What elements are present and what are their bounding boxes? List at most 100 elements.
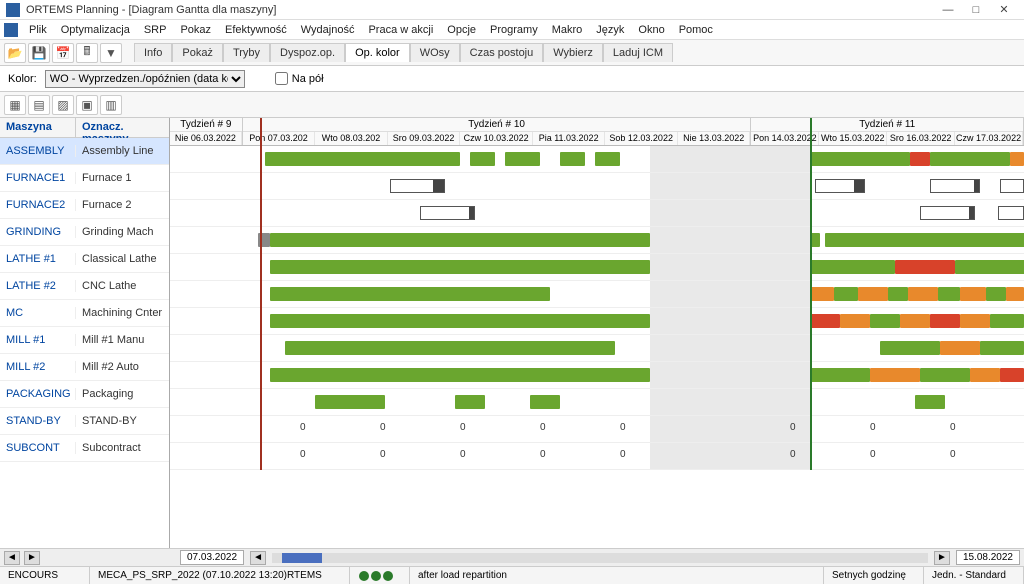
gantt-bar[interactable] [530,395,560,409]
gantt-bar[interactable] [888,287,908,301]
napol-checkbox[interactable] [275,72,288,85]
menu-język[interactable]: Język [589,22,631,38]
gantt-bar[interactable] [955,260,1024,274]
menu-srp[interactable]: SRP [137,22,174,38]
kolor-select[interactable]: WO - Wyprzedzen./opóźnien (data końc.por… [45,70,245,88]
gantt-row[interactable] [170,227,1024,254]
gantt-row[interactable] [170,281,1024,308]
gantt-bar[interactable] [1000,368,1024,382]
gantt-row[interactable] [170,254,1024,281]
gantt-row[interactable] [170,308,1024,335]
work-box[interactable] [998,206,1024,220]
gantt-bar[interactable] [915,395,945,409]
gantt-bar[interactable] [315,395,385,409]
gantt-row[interactable] [170,389,1024,416]
gantt-bar[interactable] [930,314,960,328]
work-box[interactable] [815,179,865,193]
gantt-bar[interactable] [505,152,540,166]
tab-3[interactable]: Dyspoz.op. [270,43,345,62]
tab-2[interactable]: Tryby [223,43,270,62]
gantt-bar[interactable] [270,314,650,328]
scroll-left2-icon[interactable]: ◄ [250,551,266,565]
gantt-bar[interactable] [810,287,834,301]
tab-0[interactable]: Info [134,43,172,62]
gantt-bar[interactable] [840,314,870,328]
gantt-row[interactable] [170,173,1024,200]
gantt-bar[interactable] [920,368,970,382]
gantt-bar[interactable] [990,314,1024,328]
tab-8[interactable]: Laduj ICM [603,43,673,62]
machine-row[interactable]: MILL #1Mill #1 Manu [0,327,169,354]
scroll-left-icon[interactable]: ◄ [4,551,20,565]
gantt-bar[interactable] [960,314,990,328]
tab-1[interactable]: Pokaż [172,43,223,62]
gantt-bar[interactable] [858,287,888,301]
minimize-button[interactable]: — [934,4,962,16]
gantt-bar[interactable] [455,395,485,409]
gantt-bar[interactable] [270,233,650,247]
col-oznacz[interactable]: Oznacz. maszyny [76,118,169,137]
gantt-bar[interactable] [810,314,840,328]
menu-pokaz[interactable]: Pokaz [173,22,218,38]
menu-optymalizacja[interactable]: Optymalizacja [54,22,137,38]
machine-row[interactable]: PACKAGINGPackaging [0,381,169,408]
gantt-row[interactable] [170,335,1024,362]
machine-row[interactable]: ASSEMBLYAssembly Line [0,138,169,165]
gantt-bar[interactable] [560,152,585,166]
menu-okno[interactable]: Okno [631,22,671,38]
gantt-row[interactable] [170,200,1024,227]
gantt-bar[interactable] [940,341,980,355]
gantt-bar[interactable] [938,287,960,301]
gantt-row[interactable] [170,362,1024,389]
gantt-bar[interactable] [1010,152,1024,166]
save-icon[interactable]: 💾 [28,43,50,63]
scroll-track[interactable] [272,553,928,563]
gantt-area[interactable]: 0000000000000000 [170,146,1024,470]
view4-icon[interactable]: ▣ [76,95,98,115]
machine-row[interactable]: FURNACE2Furnace 2 [0,192,169,219]
open-icon[interactable]: 📂 [4,43,26,63]
maximize-button[interactable]: □ [962,4,990,16]
machine-row[interactable]: LATHE #1Classical Lathe [0,246,169,273]
menu-wydajność[interactable]: Wydajność [294,22,362,38]
gantt-bar[interactable] [970,368,1000,382]
gantt-bar[interactable] [270,260,650,274]
gantt-bar[interactable] [870,368,920,382]
scroll-thumb[interactable] [282,553,322,563]
gantt-bar[interactable] [960,287,986,301]
machine-row[interactable]: STAND-BYSTAND-BY [0,408,169,435]
scroll-right2-icon[interactable]: ► [934,551,950,565]
gantt-bar[interactable] [880,341,940,355]
menu-efektywność[interactable]: Efektywność [218,22,294,38]
tab-5[interactable]: WOsy [410,43,460,62]
tab-7[interactable]: Wybierz [543,43,603,62]
gantt-row[interactable]: 00000000 [170,416,1024,443]
gantt-bar[interactable] [834,287,858,301]
menu-pomoc[interactable]: Pomoc [672,22,720,38]
gantt-bar[interactable] [595,152,620,166]
scroll-right-icon[interactable]: ► [24,551,40,565]
work-box[interactable] [420,206,475,220]
work-box[interactable] [1000,179,1024,193]
close-button[interactable]: ✕ [990,3,1018,16]
gantt-bar[interactable] [270,368,650,382]
gantt-bar[interactable] [825,233,1024,247]
menu-praca w akcji[interactable]: Praca w akcji [361,22,440,38]
gantt-bar[interactable] [980,341,1024,355]
calc-icon[interactable]: 🖩 [76,43,98,63]
calendar-icon[interactable]: 📅 [52,43,74,63]
work-box[interactable] [390,179,445,193]
view5-icon[interactable]: ▥ [100,95,122,115]
view1-icon[interactable]: ▦ [4,95,26,115]
tab-4[interactable]: Op. kolor [345,43,410,62]
gantt-bar[interactable] [470,152,495,166]
tab-6[interactable]: Czas postoju [460,43,544,62]
menu-makro[interactable]: Makro [545,22,590,38]
machine-row[interactable]: MILL #2Mill #2 Auto [0,354,169,381]
gantt-bar[interactable] [900,314,930,328]
work-box[interactable] [920,206,975,220]
gantt-bar[interactable] [930,152,1010,166]
gantt-bar[interactable] [810,152,910,166]
menu-programy[interactable]: Programy [483,22,545,38]
machine-row[interactable]: SUBCONTSubcontract [0,435,169,462]
